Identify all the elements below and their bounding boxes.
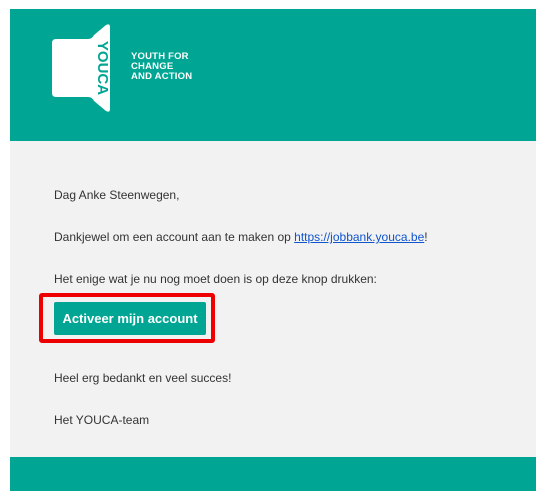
email-body: Dag Anke Steenwegen, Dankjewel om een ac… — [10, 141, 536, 457]
closing-text: Heel erg bedankt en veel succes! — [54, 371, 232, 385]
jobbank-link[interactable]: https://jobbank.youca.be — [294, 230, 424, 244]
thanks-prefix: Dankjewel om een account aan te maken op — [54, 230, 295, 244]
email-container: YOUCA YOUTH FOR CHANGE AND ACTION Dag An… — [10, 9, 536, 491]
greeting-text: Dag Anke Steenwegen, — [54, 188, 180, 202]
instruction-text: Het enige wat je nu nog moet doen is op … — [54, 272, 377, 286]
tagline-line-3: AND ACTION — [131, 71, 193, 82]
logo-text: YOUCA — [94, 41, 111, 95]
email-footer — [10, 457, 536, 491]
logo-tagline: YOUTH FOR CHANGE AND ACTION — [131, 52, 192, 82]
thanks-paragraph: Dankjewel om een account aan te maken op… — [54, 230, 428, 244]
email-header: YOUCA YOUTH FOR CHANGE AND ACTION — [10, 9, 536, 141]
thanks-suffix: ! — [424, 230, 428, 244]
signature-text: Het YOUCA-team — [54, 413, 150, 427]
activate-account-button[interactable]: Activeer mijn account — [54, 302, 206, 335]
